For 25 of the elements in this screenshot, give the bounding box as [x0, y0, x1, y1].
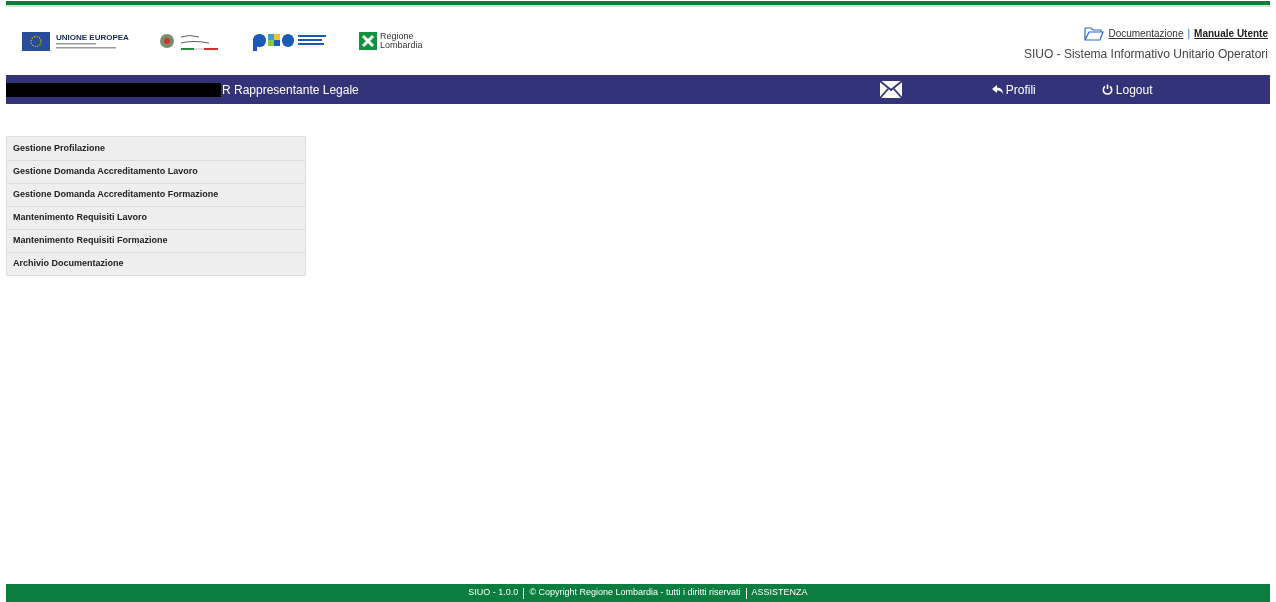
logo-text: UNIONE EUROPEA [56, 32, 129, 42]
profiles-link[interactable]: Profili [991, 80, 1036, 99]
system-name: SIUO - Sistema Informativo Unitario Operatori [1023, 45, 1268, 63]
menu-item[interactable]: Gestione Domanda Accreditamento Lavoro [7, 160, 305, 183]
logout-link[interactable]: Logout [1101, 80, 1153, 99]
folder-icon[interactable] [1084, 25, 1105, 41]
copyright-text: © Copyright Regione Lombardia - tutti i diritti riservati [529, 586, 741, 600]
menu-item[interactable]: Gestione Domanda Accreditamento Formazione [7, 183, 305, 206]
link-separator: | [1187, 26, 1191, 41]
version-text: SIUO - 1.0.0 [468, 586, 519, 600]
menu-item[interactable]: Mantenimento Requisiti Formazione [7, 229, 305, 252]
reply-arrow-icon [991, 85, 1003, 94]
documentation-link[interactable]: Documentazione [1108, 25, 1184, 41]
assistance-link[interactable]: ASSISTENZA [751, 586, 808, 600]
menu-item[interactable]: Mantenimento Requisiti Lavoro [7, 206, 305, 229]
mail-icon[interactable] [879, 81, 902, 98]
region-logo-icon [358, 32, 377, 50]
user-role: R Rappresentante Legale [222, 81, 359, 99]
logo-text: Regione [379, 32, 414, 41]
logo-text: Lombardia [379, 41, 423, 50]
flag-icon [22, 31, 50, 51]
menu-item[interactable]: Gestione Profilazione [7, 137, 305, 160]
manual-link[interactable]: Manuale Utente [1194, 25, 1268, 41]
power-icon [1101, 84, 1113, 95]
menu-item[interactable]: Archivio Documentazione [7, 252, 305, 275]
